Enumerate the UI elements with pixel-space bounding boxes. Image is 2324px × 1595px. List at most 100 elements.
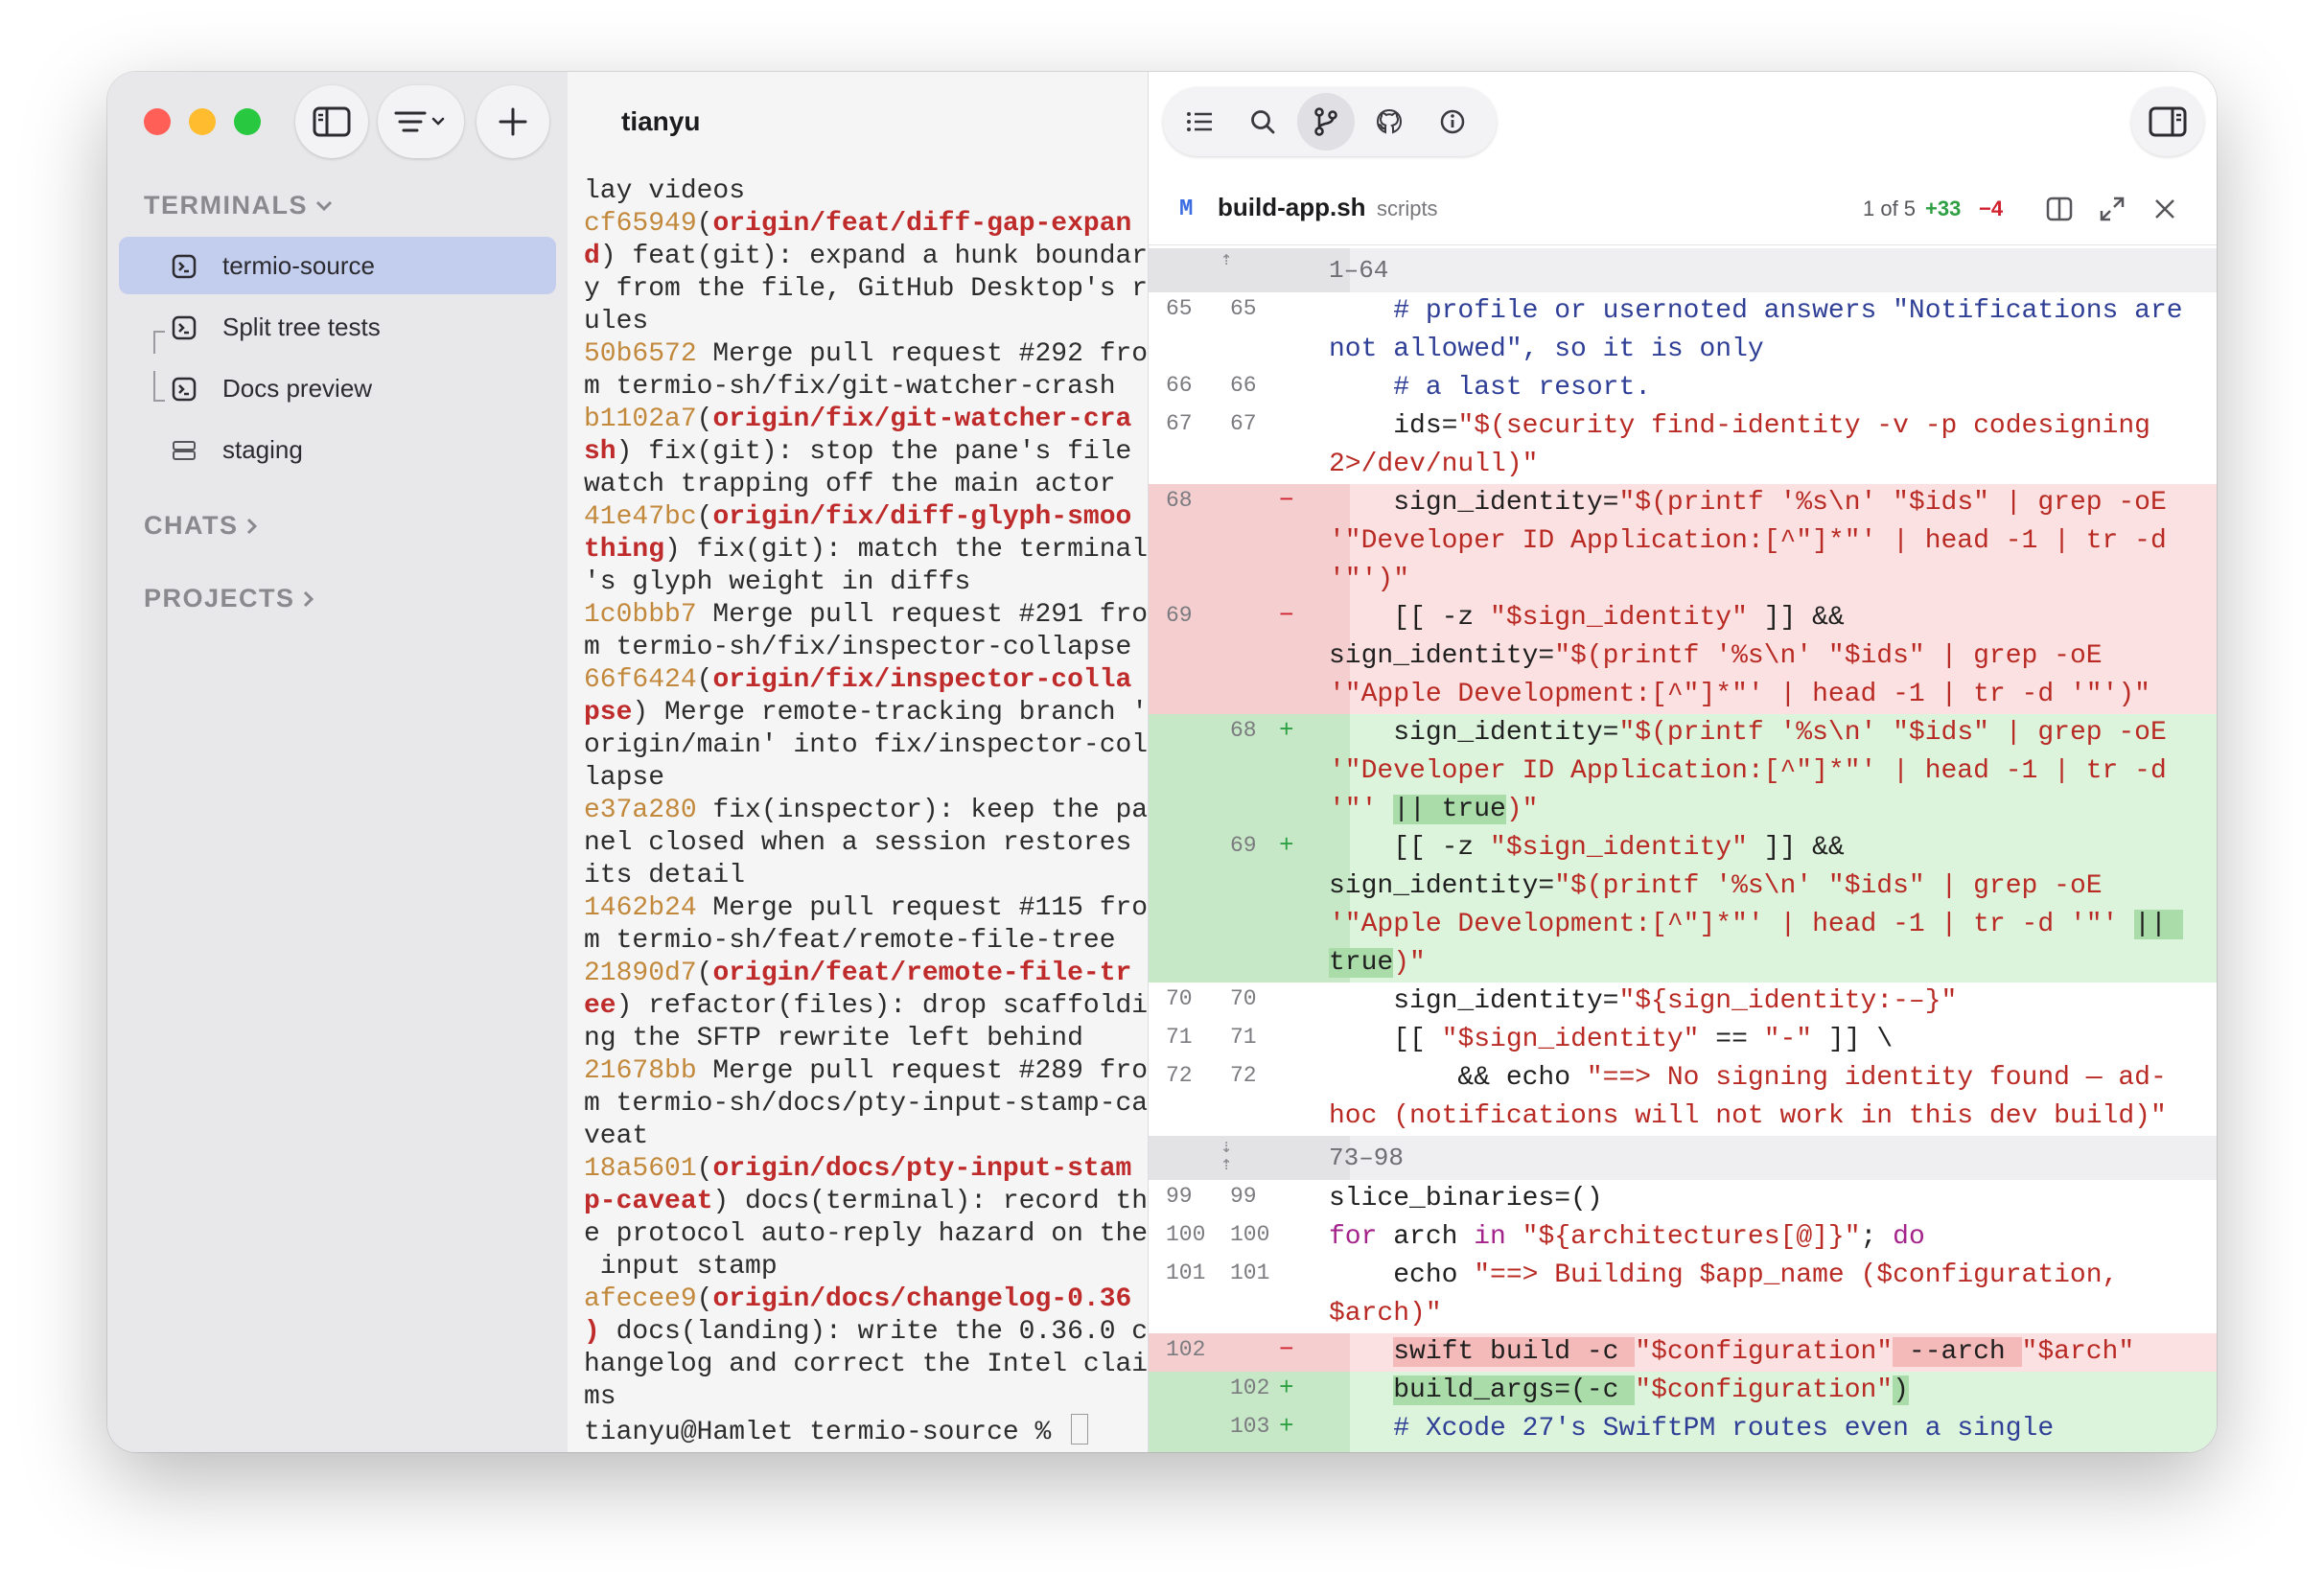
terminal-line: ng the SFTP rewrite left behind xyxy=(584,1023,1150,1055)
terminal-text: ( xyxy=(696,502,713,532)
added-line: 68 + sign_identity="$(printf '%s\n' "$ids… xyxy=(1149,714,2217,829)
code-token: ; xyxy=(1860,1222,1894,1252)
terminal-text: ( xyxy=(696,209,713,239)
code-token: "$configuration" xyxy=(1635,1375,1894,1405)
new-line-number: 102 xyxy=(1230,1375,1270,1400)
terminal-text: Merge pull request #292 fro xyxy=(696,339,1149,369)
terminals-section-header[interactable]: TERMINALS xyxy=(144,191,333,220)
split-view-icon[interactable] xyxy=(2045,195,2074,223)
commit-hash: 1c0bbb7 xyxy=(584,600,697,630)
sidebar-item-docs-preview[interactable]: Docs preview xyxy=(119,359,556,417)
code-text: # profile or usernoted answers "Notifica… xyxy=(1329,292,2217,369)
code-token: [[ -z xyxy=(1329,603,1491,633)
terminal-text: m termio-sh/fix/git-watcher-crash xyxy=(584,372,1116,402)
commit-hash: 50b6572 xyxy=(584,339,697,369)
plus-marker: + xyxy=(1279,1412,1294,1441)
code-text: sign_identity="${sign_identity:-–}" xyxy=(1329,982,2217,1021)
new-line-number: 67 xyxy=(1230,411,1257,436)
context-line: 100 100 for arch in "${architectures[@]}";… xyxy=(1149,1218,2217,1257)
terminal-line: 66f6424(origin/fix/inspector-colla xyxy=(584,664,1150,697)
minimize-window-button[interactable] xyxy=(189,108,216,135)
terminal-text: origin/main' into fix/inspector-col xyxy=(584,730,1149,760)
code-token: "$sign_identity" xyxy=(1490,603,1748,633)
terminal-text: 's glyph weight in diffs xyxy=(584,567,971,597)
expand-icon[interactable] xyxy=(2098,195,2126,223)
commit-hash: 1462b24 xyxy=(584,893,697,923)
toggle-inspector-button[interactable] xyxy=(2131,87,2204,156)
projects-section-header[interactable]: PROJECTS xyxy=(144,584,314,613)
terminal-icon xyxy=(172,254,197,279)
terminal-line: lay videos xyxy=(584,175,1150,208)
search-icon xyxy=(1251,110,1275,134)
terminal-output[interactable]: lay videos cf65949(origin/feat/diff-gap-e… xyxy=(584,175,1150,1449)
added-line: 102 + build_args=(-c "$configuration") xyxy=(1149,1372,2217,1410)
code-token: [[ xyxy=(1329,1025,1442,1054)
code-token: "$sign_identity" xyxy=(1490,833,1748,863)
terminal-line: thing) fix(git): match the terminal xyxy=(584,534,1150,566)
new-line-number: 70 xyxy=(1230,986,1257,1011)
plus-icon xyxy=(499,107,527,136)
terminal-text: nel closed when a session restores xyxy=(584,828,1132,858)
toggle-sidebar-button[interactable] xyxy=(295,85,368,158)
code-token: )" xyxy=(1505,795,1539,824)
sidebar-item-label: termio-source xyxy=(222,250,375,280)
terminal-line: nel closed when a session restores xyxy=(584,827,1150,860)
new-terminal-button[interactable] xyxy=(476,85,549,158)
terminal-line: 21678bb Merge pull request #289 fro xyxy=(584,1055,1150,1088)
app-window: TERMINALS termio-source Split tree tests… xyxy=(107,72,2217,1452)
expand-up-icon: ⇡ xyxy=(1220,249,1233,271)
terminal-text: m termio-sh/docs/pty-input-stamp-ca xyxy=(584,1089,1149,1119)
terminal-pane[interactable]: tianyu lay videos cf65949(origin/feat/dif… xyxy=(569,72,1150,1452)
terminal-text: ) fix(git): stop the pane's file xyxy=(616,437,1132,467)
terminal-icon xyxy=(172,377,197,402)
code-token: # profile or usernoted answers "Notifica… xyxy=(1329,296,2199,364)
search-button[interactable] xyxy=(1234,87,1291,156)
github-button[interactable] xyxy=(1360,87,1418,156)
terminal-text: input stamp xyxy=(584,1252,778,1282)
commit-hash: 18a5601 xyxy=(584,1154,697,1184)
chevron-down-icon xyxy=(315,200,333,211)
context-line: 72 72 && echo "==> No signing identity fo… xyxy=(1149,1059,2217,1136)
terminal-line: lapse xyxy=(584,762,1150,795)
outline-button[interactable] xyxy=(1171,87,1228,156)
sidebar-item-staging[interactable]: staging xyxy=(119,421,556,478)
terminal-text: veat xyxy=(584,1121,649,1151)
terminal-text: ( xyxy=(696,1154,713,1184)
sort-menu-button[interactable] xyxy=(378,85,464,158)
old-line-number: 71 xyxy=(1166,1025,1193,1050)
branch-ref: origin/feat/remote-file-tr xyxy=(712,959,1132,988)
code-text: for arch in "${architectures[@]}"; do xyxy=(1329,1218,2217,1257)
close-icon[interactable] xyxy=(2150,195,2179,223)
hunk-expander[interactable]: ⇡ 1–64 xyxy=(1149,248,2217,292)
code-token: "$configuration" xyxy=(1635,1337,1894,1367)
info-button[interactable] xyxy=(1424,87,1481,156)
code-token: ]] \ xyxy=(1812,1025,1894,1054)
terminal-line: ) docs(landing): write the 0.36.0 c xyxy=(584,1316,1150,1349)
hunk-expander[interactable]: ⇣ ⇡ 73–98 xyxy=(1149,1136,2217,1180)
terminal-line: 1462b24 Merge pull request #115 fro xyxy=(584,892,1150,925)
projects-section-label: PROJECTS xyxy=(144,584,295,613)
terminal-text: docs(landing): write the 0.36.0 c xyxy=(599,1317,1149,1347)
terminal-text: Merge pull request #289 fro xyxy=(696,1056,1149,1086)
context-line: 99 99 slice_binaries=() xyxy=(1149,1180,2217,1218)
sidebar-item-split-tree-tests[interactable]: Split tree tests xyxy=(119,298,556,356)
code-token: "-" xyxy=(1763,1025,1813,1054)
close-window-button[interactable] xyxy=(144,108,171,135)
code-token: arch xyxy=(1377,1222,1475,1252)
commit-hash: afecee9 xyxy=(584,1284,697,1314)
terminal-text: lay videos xyxy=(584,176,746,206)
sidebar-item-termio-source[interactable]: termio-source xyxy=(119,237,556,294)
chats-section-header[interactable]: CHATS xyxy=(144,511,258,541)
git-changes-button[interactable] xyxy=(1297,93,1355,150)
deleted-line: 102 − swift build -c "$configuration" --a… xyxy=(1149,1333,2217,1372)
deletions-count: −4 xyxy=(1979,196,2004,220)
zoom-window-button[interactable] xyxy=(234,108,261,135)
added-line: 103 + # Xcode 27's SwiftPM routes even a … xyxy=(1149,1410,2217,1452)
terminal-line: afecee9(origin/docs/changelog-0.36 xyxy=(584,1283,1150,1316)
old-line-number: 99 xyxy=(1166,1184,1193,1209)
context-line: 67 67 ids="$(security find-identity -v -p… xyxy=(1149,407,2217,484)
diff-inspector: M build-app.sh scripts 1 of 5 +33 −4 ⇡ 1… xyxy=(1148,72,2217,1452)
prompt-line[interactable]: tianyu@Hamlet termio-source % xyxy=(584,1414,1150,1449)
code-token: ) xyxy=(1893,1375,1909,1405)
new-line-number: 72 xyxy=(1230,1063,1257,1088)
